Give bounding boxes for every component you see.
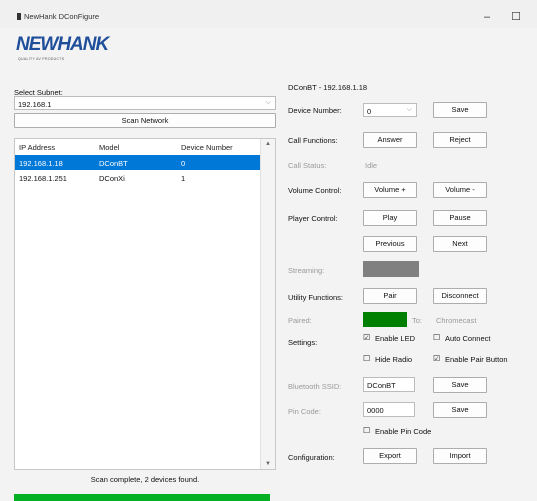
chevron-down-icon: ⌵ [406, 106, 412, 113]
app-icon [17, 13, 21, 20]
pin-code-value: 0000 [367, 406, 384, 415]
cell-model: DConXi [99, 174, 125, 183]
cell-device-number: 1 [181, 174, 186, 183]
device-heading: DConBT - 192.168.1.18 [288, 83, 368, 92]
enable-pin-code-label: Enable Pin Code [375, 427, 432, 436]
hide-radio-checkbox[interactable]: ☐ [363, 355, 371, 363]
enable-led-checkbox[interactable]: ☑ [363, 334, 371, 342]
import-button[interactable]: Import [433, 448, 487, 464]
scan-status-text: Scan complete, 2 devices found. [90, 475, 200, 484]
paired-indicator [363, 312, 407, 327]
reject-button[interactable]: Reject [433, 132, 487, 148]
cell-ip: 192.168.1.18 [19, 159, 63, 168]
save-pin-button[interactable]: Save [433, 402, 487, 418]
window-title: NewHank DConFigure [24, 12, 100, 21]
chevron-down-icon: ⌵ [265, 99, 271, 106]
previous-button[interactable]: Previous [363, 236, 417, 252]
streaming-indicator [363, 261, 419, 277]
brand-logo: NEWHANK [16, 34, 109, 55]
device-number-value: 0 [367, 107, 372, 116]
volume-down-button[interactable]: Volume - [433, 182, 487, 198]
auto-connect-checkbox[interactable]: ☐ [433, 334, 441, 342]
scan-network-button[interactable]: Scan Network [14, 113, 276, 128]
list-scrollbar[interactable]: ▲ ▼ [260, 139, 275, 469]
save-device-number-button[interactable]: Save [433, 102, 487, 118]
app-window: NewHank DConFigure – ☐ NEWHANK QUALITY A… [0, 0, 537, 501]
device-number-select[interactable]: 0 ⌵ [363, 103, 417, 117]
title-bar: NewHank DConFigure – ☐ [0, 0, 537, 28]
volume-up-button[interactable]: Volume + [363, 182, 417, 198]
call-status-value: Idle [365, 161, 378, 170]
play-button[interactable]: Play [363, 210, 417, 226]
settings-label: Settings: [288, 338, 318, 347]
subnet-select[interactable]: 192.168.1 ⌵ [14, 96, 276, 110]
enable-led-label: Enable LED [375, 334, 416, 343]
enable-pair-button-label: Enable Pair Button [445, 355, 508, 364]
table-row[interactable]: 192.168.1.18 DConBT 0 [15, 155, 262, 170]
table-row[interactable]: 192.168.1.251 DConXi 1 [15, 170, 262, 185]
column-header-model[interactable]: Model [99, 143, 119, 152]
utility-functions-label: Utility Functions: [288, 293, 344, 302]
maximize-button[interactable]: ☐ [505, 10, 527, 24]
brand-logo-subtitle: QUALITY AV PRODUCTS [18, 57, 65, 61]
bluetooth-ssid-label: Bluetooth SSID: [288, 382, 342, 391]
player-control-label: Player Control: [288, 214, 338, 223]
pin-code-input[interactable]: 0000 [363, 402, 415, 417]
device-number-label: Device Number: [288, 106, 342, 115]
enable-pin-code-checkbox[interactable]: ☐ [363, 427, 371, 435]
paired-to-label: To: [412, 316, 423, 325]
column-header-ip[interactable]: IP Address [19, 143, 55, 152]
call-status-label: Call Status: [288, 161, 327, 170]
save-ssid-button[interactable]: Save [433, 377, 487, 393]
call-functions-label: Call Functions: [288, 136, 338, 145]
disconnect-button[interactable]: Disconnect [433, 288, 487, 304]
progress-fill [14, 494, 270, 501]
auto-connect-label: Auto Connect [445, 334, 491, 343]
cell-ip: 192.168.1.251 [19, 174, 67, 183]
column-header-device-number[interactable]: Device Number [181, 143, 233, 152]
hide-radio-label: Hide Radio [375, 355, 413, 364]
scroll-up-icon[interactable]: ▲ [265, 141, 271, 147]
enable-pair-button-checkbox[interactable]: ☑ [433, 355, 441, 363]
pair-button[interactable]: Pair [363, 288, 417, 304]
configuration-label: Configuration: [288, 453, 335, 462]
volume-control-label: Volume Control: [288, 186, 342, 195]
minimize-button[interactable]: – [476, 10, 498, 24]
cell-model: DConBT [99, 159, 128, 168]
subnet-select-value: 192.168.1 [18, 100, 52, 109]
paired-label: Paired: [288, 316, 312, 325]
cell-device-number: 0 [181, 159, 186, 168]
bluetooth-ssid-input[interactable]: DConBT [363, 377, 415, 392]
device-list[interactable]: IP Address Model Device Number 192.168.1… [14, 138, 276, 470]
answer-button[interactable]: Answer [363, 132, 417, 148]
next-button[interactable]: Next [433, 236, 487, 252]
scroll-down-icon[interactable]: ▼ [265, 461, 271, 467]
bluetooth-ssid-value: DConBT [367, 381, 396, 390]
export-button[interactable]: Export [363, 448, 417, 464]
pause-button[interactable]: Pause [433, 210, 487, 226]
streaming-label: Streaming: [288, 266, 325, 275]
paired-device-name: Chromecast [436, 316, 477, 325]
scan-progress-bar [14, 494, 270, 501]
pin-code-label: Pin Code: [288, 407, 321, 416]
